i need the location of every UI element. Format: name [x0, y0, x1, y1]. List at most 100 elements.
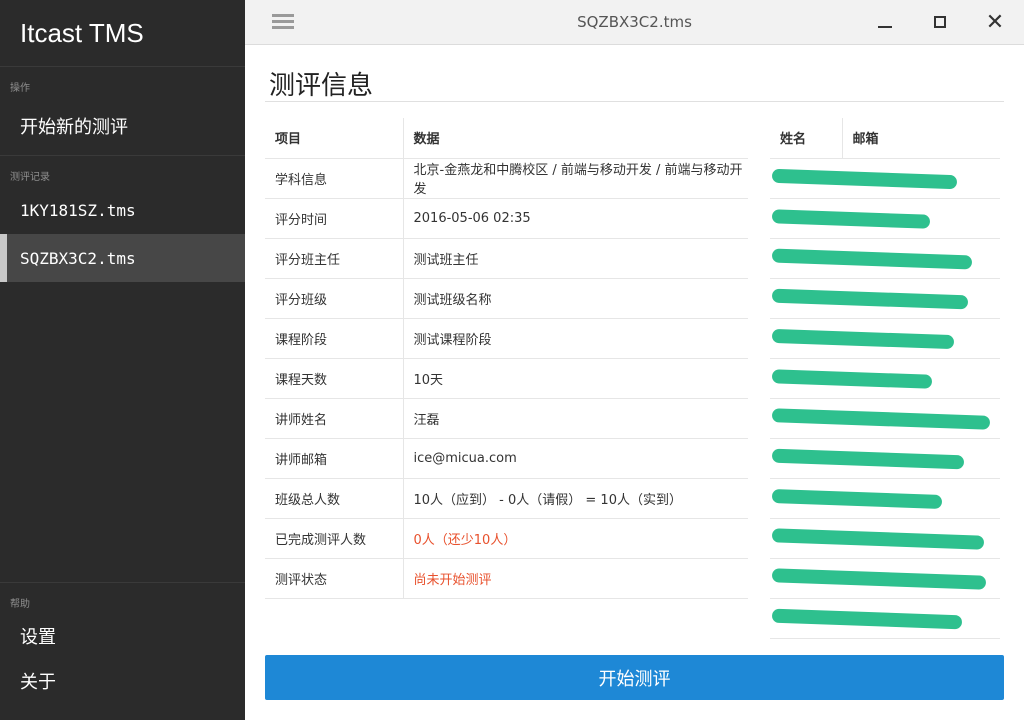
redaction-mark	[771, 248, 973, 269]
redacted-user-cell	[770, 158, 1000, 199]
redaction-mark	[771, 168, 958, 189]
column-header-email: 邮箱	[842, 118, 1000, 159]
user-row	[770, 238, 1000, 279]
users-header-row: 姓名 邮箱	[770, 118, 1000, 159]
redaction-mark	[771, 368, 933, 389]
info-row: 评分班级 测试班级名称	[265, 278, 748, 319]
info-label: 测评状态	[265, 558, 404, 599]
info-label: 评分班级	[265, 278, 404, 319]
maximize-button[interactable]	[925, 8, 955, 36]
user-row	[770, 398, 1000, 439]
info-row: 测评状态 尚未开始测评	[265, 558, 748, 599]
maximize-icon	[934, 16, 946, 28]
info-row: 讲师姓名 汪磊	[265, 398, 748, 439]
user-row	[770, 598, 1000, 639]
user-row	[770, 158, 1000, 199]
redaction-mark	[771, 208, 931, 229]
info-row: 已完成测评人数 0人（还少10人）	[265, 518, 748, 559]
user-row	[770, 438, 1000, 479]
redaction-mark	[771, 407, 991, 430]
info-row: 评分班主任 测试班主任	[265, 238, 748, 279]
sidebar-label-ops: 操作	[10, 83, 30, 94]
info-value: ice@micua.com	[403, 438, 748, 479]
redacted-user-cell	[770, 478, 1000, 519]
sidebar-label-records: 测评记录	[10, 172, 50, 183]
redacted-user-cell	[770, 238, 1000, 279]
sidebar-item-record-active[interactable]: SQZBX3C2.tms	[0, 234, 245, 282]
info-label: 课程天数	[265, 358, 404, 399]
sidebar-item-new-eval[interactable]: 开始新的测评	[0, 97, 245, 155]
redaction-mark	[771, 567, 987, 590]
user-row	[770, 278, 1000, 319]
main-content: 测评信息 项目 数据 学科信息 北京-金燕龙和中腾校区 / 前端与移动开发 / 前…	[245, 45, 1024, 720]
redaction-mark	[771, 448, 965, 469]
sidebar: Itcast TMS 操作 开始新的测评 测评记录 1KY181SZ.tms S…	[0, 0, 245, 720]
redacted-user-cell	[770, 278, 1000, 319]
info-value: 尚未开始测评	[403, 558, 748, 599]
redacted-user-cell	[770, 518, 1000, 559]
sidebar-label-help: 帮助	[10, 599, 30, 610]
sidebar-section-records: 测评记录 1KY181SZ.tms SQZBX3C2.tms	[0, 155, 245, 282]
minimize-button[interactable]	[870, 8, 900, 36]
info-label: 课程阶段	[265, 318, 404, 359]
redaction-mark	[771, 288, 969, 309]
user-row	[770, 478, 1000, 519]
divider	[265, 101, 1004, 102]
info-value: 测试班级名称	[403, 278, 748, 319]
column-header-item: 项目	[265, 118, 404, 159]
window-title: SQZBX3C2.tms	[577, 13, 692, 31]
info-header-row: 项目 数据	[265, 118, 748, 159]
info-label: 学科信息	[265, 158, 404, 199]
sidebar-item-about[interactable]: 关于	[0, 658, 245, 703]
info-row: 学科信息 北京-金燕龙和中腾校区 / 前端与移动开发 / 前端与移动开发	[265, 158, 748, 199]
sidebar-section-ops: 操作 开始新的测评	[0, 66, 245, 155]
info-value: 北京-金燕龙和中腾校区 / 前端与移动开发 / 前端与移动开发	[403, 158, 748, 199]
info-row: 班级总人数 10人（应到） - 0人（请假） = 10人（实到）	[265, 478, 748, 519]
info-row: 课程阶段 测试课程阶段	[265, 318, 748, 359]
sidebar-section-help: 帮助 设置 关于	[0, 582, 245, 703]
start-eval-button[interactable]: 开始测评	[265, 655, 1004, 700]
redacted-user-cell	[770, 438, 1000, 479]
close-icon: ✕	[985, 9, 1005, 35]
info-row: 评分时间 2016-05-06 02:35	[265, 198, 748, 239]
info-table: 项目 数据 学科信息 北京-金燕龙和中腾校区 / 前端与移动开发 / 前端与移动开…	[265, 118, 748, 599]
info-value: 测试班主任	[403, 238, 748, 279]
user-row	[770, 318, 1000, 359]
page-title: 测评信息	[269, 71, 374, 101]
column-header-name: 姓名	[770, 118, 843, 159]
redacted-user-cell	[770, 318, 1000, 359]
app-title: Itcast TMS	[20, 17, 144, 48]
user-row	[770, 558, 1000, 599]
redacted-user-cell	[770, 358, 1000, 399]
redacted-user-cell	[770, 198, 1000, 239]
user-row	[770, 518, 1000, 559]
info-value: 0人（还少10人）	[403, 518, 748, 559]
redaction-mark	[771, 488, 943, 509]
info-row: 课程天数 10天	[265, 358, 748, 399]
redacted-user-cell	[770, 558, 1000, 599]
info-label: 讲师邮箱	[265, 438, 404, 479]
redacted-user-cell	[770, 398, 1000, 439]
info-label: 评分时间	[265, 198, 404, 239]
minimize-icon	[878, 26, 892, 28]
info-value: 测试课程阶段	[403, 318, 748, 359]
info-value: 10天	[403, 358, 748, 399]
users-table: 姓名 邮箱	[770, 118, 1000, 639]
info-label: 讲师姓名	[265, 398, 404, 439]
info-row: 讲师邮箱 ice@micua.com	[265, 438, 748, 479]
info-label: 班级总人数	[265, 478, 404, 519]
sidebar-item-settings[interactable]: 设置	[0, 613, 245, 658]
sidebar-item-record[interactable]: 1KY181SZ.tms	[0, 186, 245, 234]
user-row	[770, 198, 1000, 239]
info-label: 评分班主任	[265, 238, 404, 279]
title-bar: SQZBX3C2.tms ✕	[245, 0, 1024, 45]
user-row	[770, 358, 1000, 399]
column-header-data: 数据	[403, 118, 748, 159]
close-button[interactable]: ✕	[980, 8, 1010, 36]
redaction-mark	[771, 527, 985, 550]
info-label: 已完成测评人数	[265, 518, 404, 559]
redaction-mark	[771, 328, 955, 349]
redacted-user-cell	[770, 598, 1000, 639]
info-value: 汪磊	[403, 398, 748, 439]
info-value: 2016-05-06 02:35	[403, 198, 748, 239]
